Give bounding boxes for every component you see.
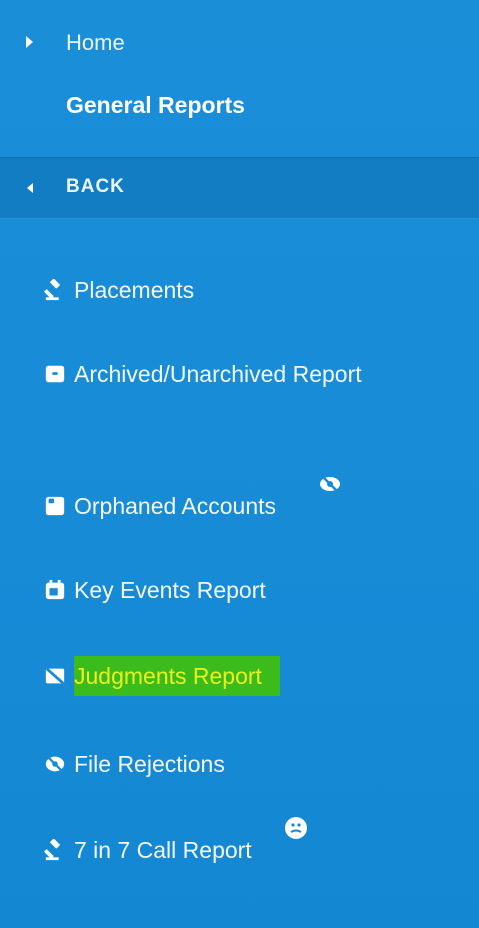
menu-item-file-rejections[interactable]: File Rejections	[44, 744, 225, 784]
nav-home[interactable]: Home	[0, 22, 479, 62]
menu-item-7-in-7-call-report[interactable]: 7 in 7 Call Report	[44, 830, 252, 870]
menu-item-judgments-report[interactable]: Judgments Report	[44, 656, 280, 696]
menu-item-orphaned-accounts[interactable]: Orphaned Accounts	[44, 486, 276, 526]
archive-icon	[45, 365, 65, 383]
gavel-icon	[44, 279, 60, 301]
calendar-icon	[45, 579, 65, 600]
menu-item-placements[interactable]: Placements	[44, 270, 194, 310]
back-label: BACK	[66, 176, 125, 197]
menu-item-label: Archived/Unarchived Report	[74, 361, 362, 387]
eye-slash-card-icon	[45, 667, 65, 685]
menu-item-label: Placements	[74, 277, 195, 303]
user-circle-icon[interactable]	[284, 816, 308, 840]
menu-item-key-events-report[interactable]: Key Events Report	[44, 570, 266, 610]
gavel-icon	[44, 839, 60, 861]
menu-item-label: 7 in 7 Call Report	[74, 837, 252, 863]
caret-left-icon	[27, 183, 33, 193]
section-title: General Reports	[66, 92, 245, 118]
menu-item-label: Key Events Report	[74, 577, 266, 603]
square-icon	[45, 496, 65, 516]
menu-item-label: File Rejections	[74, 751, 225, 777]
home-label: Home	[66, 30, 125, 55]
caret-right-icon	[26, 36, 33, 48]
menu-item-archived-unarchived-report[interactable]: Archived/Unarchived Report	[44, 354, 374, 394]
back-button[interactable]: BACK	[0, 157, 479, 219]
sidebar: Home General Reports BACK Placements Arc…	[0, 0, 479, 928]
eye-slash-icon[interactable]	[318, 472, 342, 496]
eye-slash-icon	[45, 754, 65, 774]
menu-item-label: Orphaned Accounts	[74, 493, 277, 519]
menu-item-label: Judgments Report	[74, 656, 280, 696]
